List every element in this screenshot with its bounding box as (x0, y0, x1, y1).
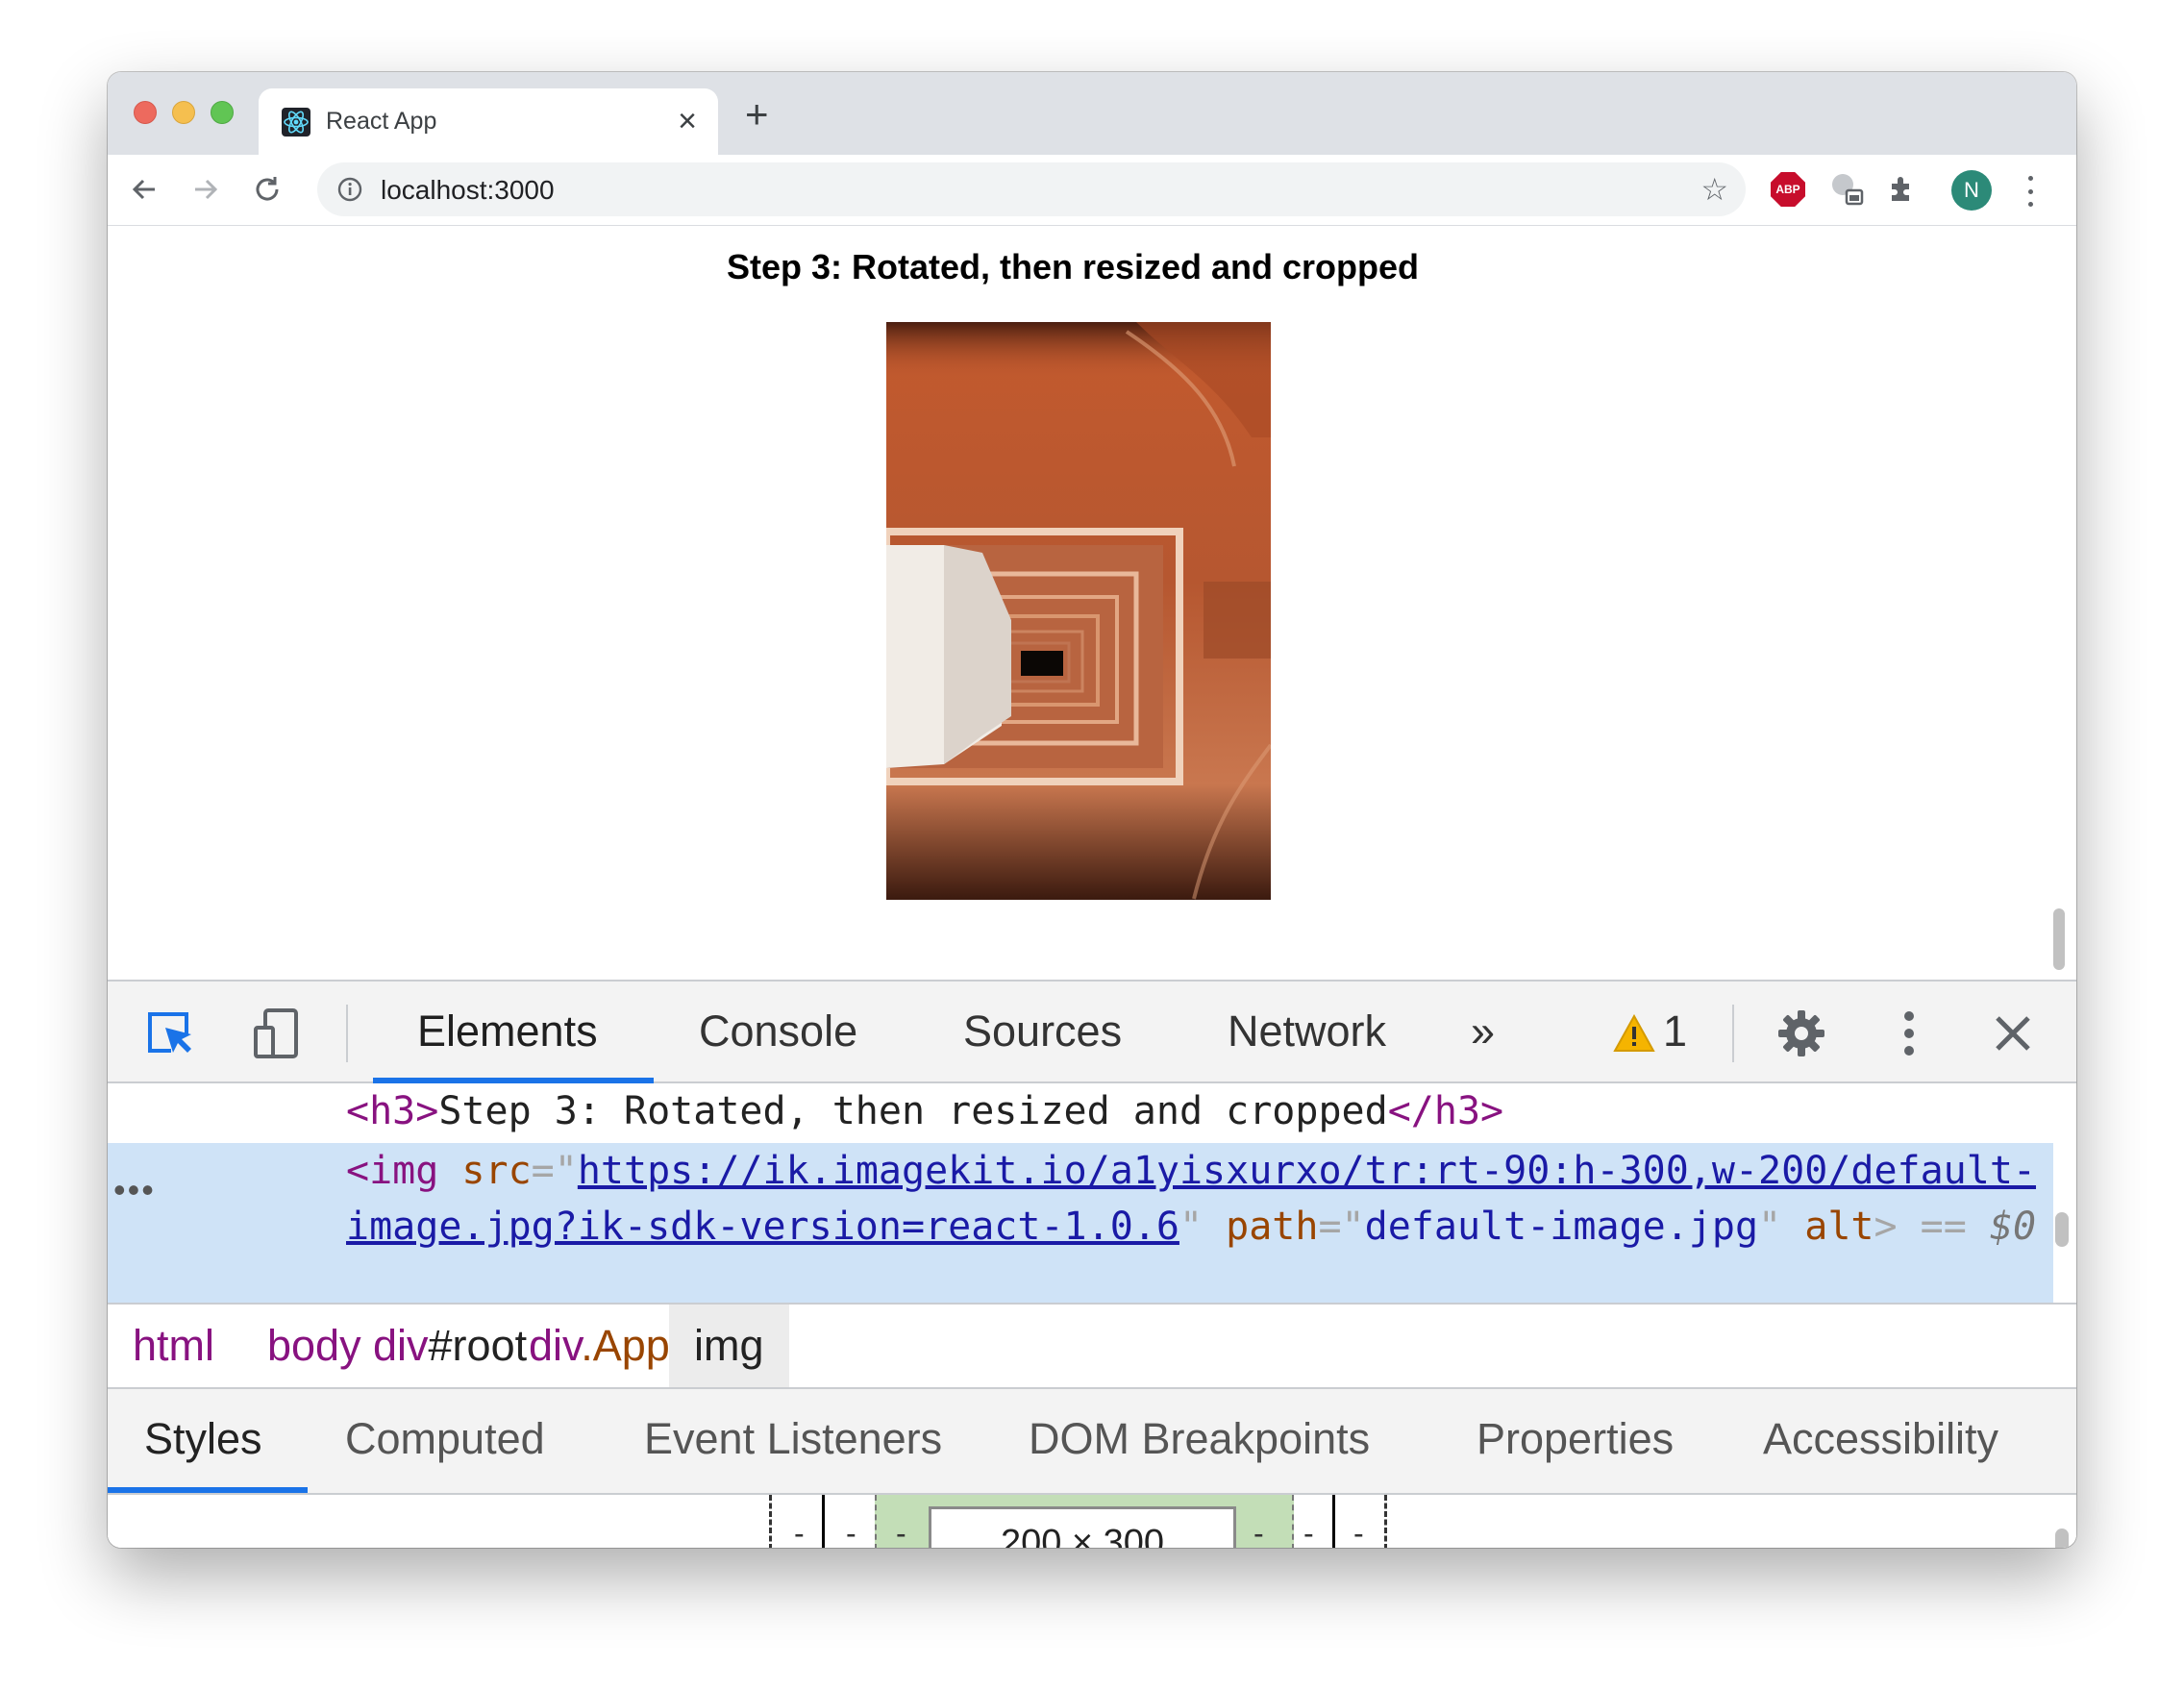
breadcrumb-html[interactable]: html (108, 1305, 239, 1387)
react-icon (282, 108, 310, 137)
box-model-diagram: - - - 200 × 300 - - - (108, 1495, 2076, 1548)
new-tab-button[interactable]: + (745, 93, 769, 136)
devtools-settings-button[interactable] (1774, 1007, 1828, 1060)
inspect-element-button[interactable] (142, 1007, 196, 1060)
tag-close: </h3> (1387, 1089, 1504, 1133)
close-icon (1996, 1016, 2030, 1051)
reload-icon (256, 177, 279, 201)
extensions-button[interactable] (1882, 170, 1921, 209)
dom-node-img-selected[interactable]: ••• <img src="https://ik.imagekit.io/a1y… (108, 1143, 2053, 1303)
equals-marker: == (1920, 1205, 1967, 1249)
address-bar[interactable]: localhost:3000 ☆ (317, 162, 1746, 216)
bookmark-star-icon[interactable]: ☆ (1700, 172, 1728, 207)
gear-icon (1778, 1010, 1824, 1056)
devtools-menu-icon[interactable] (1882, 1007, 1936, 1060)
device-toolbar-button[interactable] (250, 1007, 304, 1060)
margin-right-value[interactable]: - (1353, 1514, 1364, 1548)
forward-button[interactable] (185, 168, 227, 211)
styles-scrollbar[interactable] (2055, 1528, 2069, 1548)
device-icon (254, 1008, 298, 1058)
tab-console[interactable]: Console (699, 1007, 857, 1056)
translate-extension-button[interactable] (1828, 170, 1867, 209)
back-button[interactable] (123, 168, 165, 211)
profile-avatar[interactable]: N (1951, 170, 1992, 211)
dom-scrollbar[interactable] (2055, 1212, 2069, 1247)
padding-right-value[interactable]: - (1253, 1514, 1264, 1548)
breadcrumb-div-app[interactable]: div.App (504, 1305, 695, 1387)
border-right-value[interactable]: - (1303, 1514, 1314, 1548)
adblock-icon: ABP (1771, 172, 1805, 207)
path-attr-value: default-image.jpg (1364, 1205, 1759, 1249)
h3-text: Step 3: Rotated, then resized and croppe… (438, 1089, 1388, 1133)
margin-box-edge (769, 1495, 772, 1548)
more-tabs-icon[interactable]: » (1471, 1007, 1495, 1056)
devtools-panel: Elements Console Sources Network » 1 <h3… (108, 980, 2076, 1548)
img-open-tag: <img (346, 1149, 439, 1193)
padding-left-value[interactable]: - (896, 1514, 906, 1548)
content-size: 200 × 300 (929, 1506, 1236, 1548)
browser-tab[interactable]: React App × (259, 88, 718, 155)
browser-menu-icon[interactable] (2021, 170, 2040, 212)
breadcrumb-img[interactable]: img (669, 1305, 789, 1387)
arrow-left-icon (132, 179, 155, 200)
close-devtools-button[interactable] (1986, 1007, 2040, 1060)
sidebar-tabs: Styles Computed Event Listeners DOM Brea… (108, 1389, 2076, 1495)
tab-network[interactable]: Network (1228, 1007, 1386, 1056)
subtab-dom-breakpoints[interactable]: DOM Breakpoints (1029, 1414, 1370, 1464)
tab-strip: React App × + (108, 72, 2076, 155)
toolbar-separator (1732, 1005, 1734, 1062)
subtab-computed[interactable]: Computed (345, 1414, 545, 1464)
rotated-cropped-image (886, 322, 1271, 900)
extension-grid-icon (1832, 174, 1864, 206)
tab-title: React App (326, 108, 437, 135)
tab-elements[interactable]: Elements (417, 1007, 598, 1056)
subtab-event-listeners[interactable]: Event Listeners (644, 1414, 942, 1464)
close-window-button[interactable] (134, 101, 157, 124)
border-left-value[interactable]: - (846, 1514, 856, 1548)
active-subtab-indicator (108, 1487, 308, 1493)
warning-icon[interactable] (1613, 1014, 1655, 1053)
adblock-extension-button[interactable]: ABP (1769, 170, 1807, 209)
console-ref: $0 (1989, 1205, 2037, 1249)
page-viewport: Step 3: Rotated, then resized and croppe… (108, 226, 2076, 980)
devtools-toolbar: Elements Console Sources Network » 1 (108, 982, 2076, 1083)
node-actions-ellipsis-icon[interactable]: ••• (113, 1162, 156, 1218)
close-tab-icon[interactable]: × (678, 102, 697, 140)
inspect-cursor-icon (148, 1012, 191, 1053)
page-scrollbar[interactable] (2053, 908, 2065, 970)
dom-tree: <h3>Step 3: Rotated, then resized and cr… (108, 1083, 2076, 1303)
minimize-window-button[interactable] (172, 101, 195, 124)
dom-node-h3[interactable]: <h3>Step 3: Rotated, then resized and cr… (346, 1083, 1503, 1139)
margin-left-value[interactable]: - (794, 1514, 805, 1548)
arrow-right-icon (195, 179, 218, 200)
tag-open: <h3> (346, 1089, 439, 1133)
warning-count[interactable]: 1 (1663, 1007, 1687, 1056)
alt-attr-name: alt (1804, 1205, 1874, 1249)
toolbar-separator (346, 1005, 348, 1062)
tab-sources[interactable]: Sources (963, 1007, 1122, 1056)
img-close-bracket: > (1874, 1205, 1898, 1249)
info-icon[interactable] (336, 176, 363, 203)
margin-box-edge (1384, 1495, 1387, 1548)
zoom-window-button[interactable] (211, 101, 234, 124)
border-box-edge (822, 1495, 825, 1548)
page-heading: Step 3: Rotated, then resized and croppe… (726, 247, 1420, 286)
puzzle-icon (1892, 177, 1909, 201)
browser-toolbar: localhost:3000 ☆ ABP N (108, 155, 2076, 226)
url-text: localhost:3000 (381, 175, 555, 205)
src-attr-name: src (461, 1149, 532, 1193)
subtab-properties[interactable]: Properties (1477, 1414, 1674, 1464)
breadcrumb: html body div#root div.App img (108, 1303, 2076, 1389)
subtab-accessibility[interactable]: Accessibility (1763, 1414, 1998, 1464)
path-attr-name: path (1226, 1205, 1319, 1249)
reload-button[interactable] (246, 168, 288, 211)
border-box-edge (1332, 1495, 1335, 1548)
browser-window: React App × + localhost:3000 ☆ ABP N Ste… (108, 72, 2076, 1548)
subtab-styles[interactable]: Styles (144, 1414, 262, 1464)
